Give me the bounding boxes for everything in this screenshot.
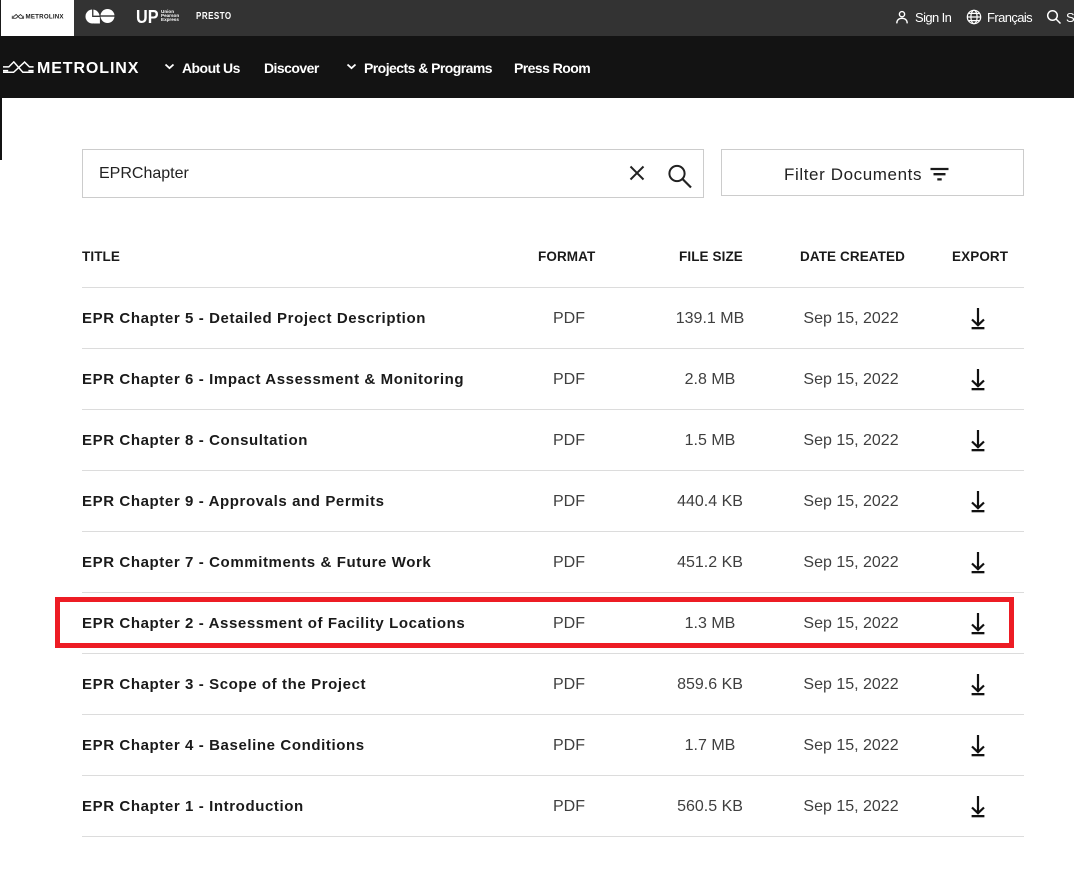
svg-text:METROLINX: METROLINX [26,13,65,20]
